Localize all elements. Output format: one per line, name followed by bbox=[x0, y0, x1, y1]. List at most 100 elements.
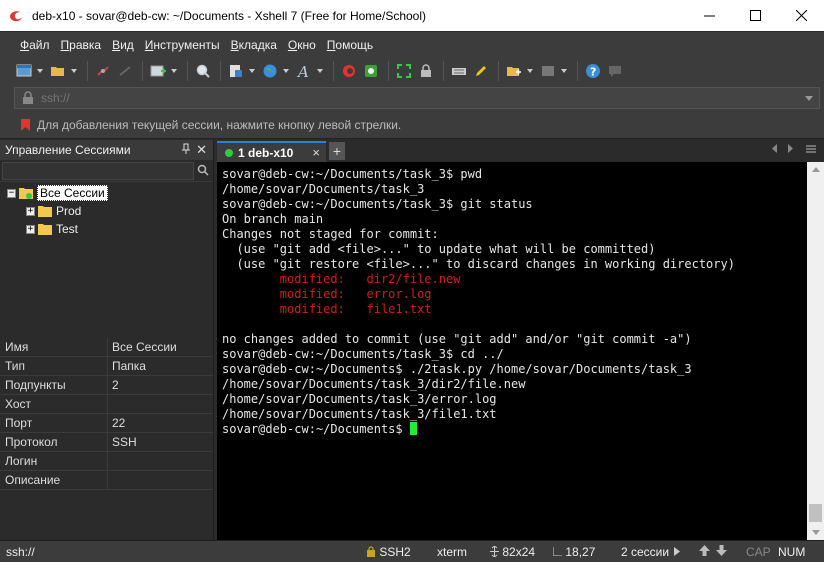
toolbar-separator bbox=[187, 61, 188, 81]
menu-help[interactable]: Помощь bbox=[327, 38, 373, 52]
new-tab-dropdown[interactable] bbox=[170, 61, 178, 81]
tree-label: Все Сессии bbox=[37, 185, 108, 201]
tree-item-test[interactable]: + Test bbox=[0, 220, 213, 238]
properties-button[interactable] bbox=[226, 61, 246, 81]
menu-file[interactable]: Файл bbox=[20, 38, 50, 52]
caret-right-icon bbox=[674, 547, 680, 556]
status-sessions[interactable]: 2 сессии bbox=[621, 545, 669, 559]
scroll-thumb[interactable] bbox=[809, 504, 822, 522]
fullscreen-button[interactable] bbox=[394, 61, 414, 81]
close-icon bbox=[795, 10, 807, 21]
panel-close-button[interactable]: ✕ bbox=[196, 142, 207, 158]
session-search-input[interactable] bbox=[2, 161, 194, 180]
address-input[interactable] bbox=[41, 91, 801, 105]
tab-deb-x10[interactable]: 1 deb-x10 × bbox=[217, 141, 326, 162]
help-button[interactable]: ? bbox=[583, 61, 603, 81]
menu-tools[interactable]: Инструменты bbox=[145, 38, 220, 52]
property-key: Хост bbox=[0, 395, 108, 413]
xftp-button[interactable] bbox=[361, 61, 381, 81]
terminal-line: modified: error.log bbox=[222, 287, 807, 302]
scroll-up-arrow[interactable] bbox=[812, 167, 820, 172]
status-protocol: SSH2 bbox=[366, 545, 411, 559]
terminal-line: On branch main bbox=[222, 212, 807, 227]
terminal-scrollbar[interactable] bbox=[807, 162, 824, 540]
properties-dropdown[interactable] bbox=[248, 61, 256, 81]
add-tab-button[interactable]: + bbox=[329, 142, 345, 160]
add-folder-icon bbox=[507, 67, 521, 76]
xshell-icon bbox=[343, 65, 355, 77]
reconnect-icon bbox=[119, 66, 131, 76]
layout-dropdown[interactable] bbox=[560, 61, 568, 81]
resize-icon bbox=[490, 545, 499, 558]
fullscreen-icon bbox=[397, 64, 411, 78]
tab-close-button[interactable]: × bbox=[312, 145, 320, 160]
new-folder-button[interactable] bbox=[504, 61, 524, 81]
property-value bbox=[108, 471, 213, 489]
highlight-button[interactable] bbox=[471, 61, 491, 81]
properties-icon bbox=[230, 65, 242, 77]
terminal-output[interactable]: sovar@deb-cw:~/Documents/task_3$ pwd/hom… bbox=[217, 162, 807, 540]
new-tab-button[interactable] bbox=[148, 61, 168, 81]
tree-item-all-sessions[interactable]: − Все Сессии bbox=[0, 184, 213, 202]
new-folder-dropdown[interactable] bbox=[526, 61, 534, 81]
search-icon bbox=[196, 64, 210, 78]
tab-list-menu[interactable] bbox=[806, 143, 816, 157]
maximize-button[interactable] bbox=[732, 0, 778, 31]
keyboard-button[interactable] bbox=[449, 61, 469, 81]
xshell-logo-icon bbox=[10, 10, 22, 21]
open-button[interactable] bbox=[48, 61, 68, 81]
bookmark-icon[interactable] bbox=[20, 118, 31, 132]
toolbar-separator bbox=[498, 61, 499, 81]
help-icon: ? bbox=[586, 64, 600, 79]
property-key: Тип bbox=[0, 357, 108, 375]
chevron-right-icon[interactable] bbox=[787, 144, 794, 153]
chevron-left-icon[interactable] bbox=[771, 144, 778, 153]
pin-icon[interactable] bbox=[181, 143, 191, 155]
menu-edit[interactable]: Правка bbox=[61, 38, 102, 52]
font-dropdown[interactable] bbox=[316, 61, 324, 81]
lock-button[interactable] bbox=[416, 61, 436, 81]
close-window-button[interactable] bbox=[778, 0, 824, 31]
upload-button[interactable] bbox=[699, 545, 710, 559]
caps-lock-indicator: CAP bbox=[746, 545, 771, 559]
terminal-line-text: no changes added to commit (use "git add… bbox=[222, 332, 692, 346]
xshell-button[interactable] bbox=[339, 61, 359, 81]
menu-tab[interactable]: Вкладка bbox=[231, 38, 277, 52]
open-dropdown[interactable] bbox=[70, 61, 78, 81]
property-row: Тип Папка bbox=[0, 357, 213, 376]
globe-button[interactable] bbox=[260, 61, 280, 81]
tree-item-prod[interactable]: + Prod bbox=[0, 202, 213, 220]
disconnect-button[interactable] bbox=[93, 61, 113, 81]
menu-window[interactable]: Окно bbox=[288, 38, 316, 52]
toolbar-separator bbox=[87, 61, 88, 81]
disconnect-icon bbox=[97, 66, 109, 76]
layout-button[interactable] bbox=[538, 61, 558, 81]
toolbar-separator bbox=[142, 61, 143, 81]
download-button[interactable] bbox=[716, 545, 727, 559]
terminal-line-text: modified: file1.txt bbox=[222, 302, 432, 316]
scroll-down-arrow[interactable] bbox=[812, 530, 820, 535]
new-session-button[interactable] bbox=[14, 61, 34, 81]
font-button[interactable]: A bbox=[294, 61, 314, 81]
terminal-line: (use "git restore <file>..." to discard … bbox=[222, 257, 807, 272]
status-cursor-position: 18,27 bbox=[552, 545, 595, 559]
folder-icon bbox=[19, 188, 33, 199]
globe-dropdown[interactable] bbox=[282, 61, 290, 81]
terminal-line: /home/sovar/Documents/task_3 bbox=[222, 182, 807, 197]
tab-scroll-arrows[interactable] bbox=[771, 144, 794, 156]
minimize-button[interactable] bbox=[686, 0, 732, 31]
chat-button[interactable] bbox=[605, 61, 625, 81]
toolbar-separator bbox=[577, 61, 578, 81]
sessions-dropdown[interactable] bbox=[674, 545, 680, 559]
terminal-line-text: /home/sovar/Documents/task_3/file1.txt bbox=[222, 407, 497, 421]
find-button[interactable] bbox=[193, 61, 213, 81]
expand-toggle[interactable]: + bbox=[26, 206, 35, 216]
menu-view[interactable]: Вид bbox=[112, 38, 134, 52]
address-dropdown[interactable] bbox=[805, 96, 813, 101]
reconnect-button[interactable] bbox=[115, 61, 135, 81]
expand-toggle[interactable]: + bbox=[26, 224, 35, 234]
collapse-toggle[interactable]: − bbox=[7, 188, 16, 198]
new-session-dropdown[interactable] bbox=[36, 61, 44, 81]
folder-icon bbox=[38, 224, 52, 235]
search-icon[interactable] bbox=[197, 164, 209, 176]
